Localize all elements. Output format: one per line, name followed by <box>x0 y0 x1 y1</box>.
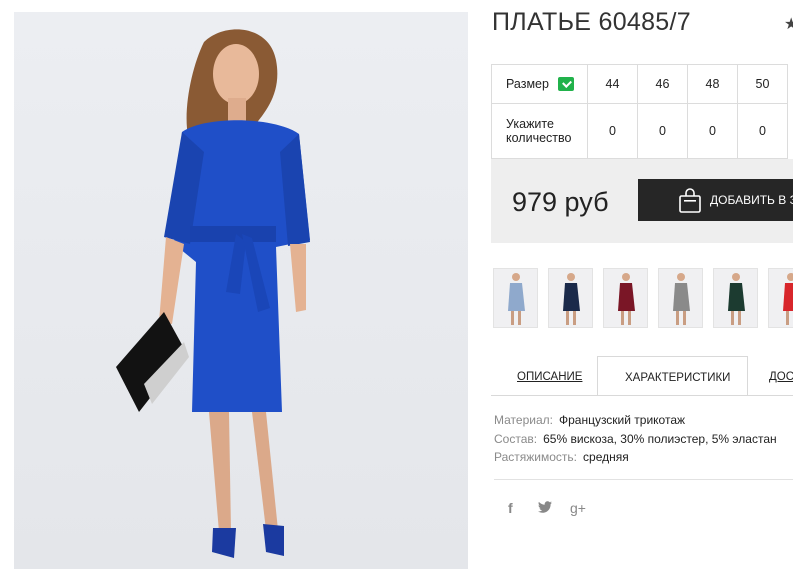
thumbnail-strip <box>493 268 793 330</box>
quantity-input[interactable]: 0 <box>687 103 738 159</box>
tab-description-label: ОПИСАНИЕ <box>517 371 583 383</box>
tab-description[interactable]: ОПИСАНИЕ <box>491 356 595 396</box>
tab-divider <box>491 395 793 396</box>
thumbnail-image <box>508 273 525 325</box>
googleplus-icon[interactable]: g+ <box>570 500 586 516</box>
tab-characteristics[interactable]: ХАРАКТЕРИСТИКИ <box>597 356 748 396</box>
purchase-box: 979 руб ДОБАВИТЬ В ЗА <box>491 159 793 243</box>
spec-row-material: Материал: Французский трикотаж <box>494 411 777 430</box>
twitter-bird-icon <box>538 501 552 513</box>
tab-delivery-label: ДОС <box>769 371 793 383</box>
product-thumbnail[interactable] <box>713 268 758 328</box>
tab-characteristics-label: ХАРАКТЕРИСТИКИ <box>625 372 731 384</box>
product-thumbnail[interactable] <box>768 268 793 328</box>
size-option[interactable]: 44 <box>587 64 638 104</box>
spec-key: Растяжимость: <box>494 450 578 464</box>
product-thumbnail[interactable] <box>603 268 648 328</box>
facebook-icon[interactable]: f <box>508 500 513 516</box>
size-guide-icon[interactable] <box>558 77 575 92</box>
thumbnail-image <box>563 273 580 325</box>
thumbnail-image <box>728 273 745 325</box>
thumbnail-image <box>618 273 635 325</box>
characteristics-list: Материал: Французский трикотаж Состав: 65%… <box>494 411 777 467</box>
size-option[interactable]: 46 <box>637 64 688 104</box>
info-tabs: ОПИСАНИЕ ХАРАКТЕРИСТИКИ ДОС <box>491 356 793 396</box>
size-quantity-table: Размер 44 46 48 50 Укажите количество 0 … <box>491 64 788 159</box>
add-to-cart-label: ДОБАВИТЬ В ЗА <box>710 193 793 207</box>
quantity-input[interactable]: 0 <box>637 103 688 159</box>
product-thumbnail[interactable] <box>493 268 538 328</box>
product-thumbnail[interactable] <box>548 268 593 328</box>
section-divider <box>494 479 793 480</box>
twitter-icon[interactable] <box>538 500 552 516</box>
size-option[interactable]: 48 <box>687 64 738 104</box>
star-icon[interactable]: ★ <box>784 14 793 34</box>
spec-key: Материал: <box>494 413 553 427</box>
product-title: ПЛАТЬЕ 60485/7 <box>492 8 691 36</box>
add-to-cart-button[interactable]: ДОБАВИТЬ В ЗА <box>638 179 793 221</box>
product-thumbnail[interactable] <box>658 268 703 328</box>
size-option[interactable]: 50 <box>737 64 788 104</box>
size-label-cell: Размер <box>491 64 588 104</box>
shopping-bag-icon <box>679 188 701 213</box>
product-main-photo[interactable] <box>14 12 468 569</box>
spec-value: Французский трикотаж <box>558 413 686 427</box>
thumbnail-image <box>673 273 690 325</box>
quantity-input[interactable]: 0 <box>737 103 788 159</box>
spec-row-stretch: Растяжимость: средняя <box>494 448 777 467</box>
quantity-input[interactable]: 0 <box>587 103 638 159</box>
size-label: Размер <box>506 76 549 91</box>
model-in-blue-dress-image <box>116 29 310 558</box>
spec-value: средняя <box>583 450 629 464</box>
spec-key: Состав: <box>494 431 538 446</box>
spec-row-composition: Состав: 65% вискоза, 30% полиэстер, 5% эл… <box>494 430 777 449</box>
tab-delivery[interactable]: ДОС <box>748 356 793 396</box>
price: 979 руб <box>512 187 609 217</box>
thumbnail-image <box>783 273 793 325</box>
quantity-label: Укажите количество <box>491 103 588 159</box>
spec-value: 65% вискоза, 30% полиэстер, 5% эластан <box>543 431 777 446</box>
